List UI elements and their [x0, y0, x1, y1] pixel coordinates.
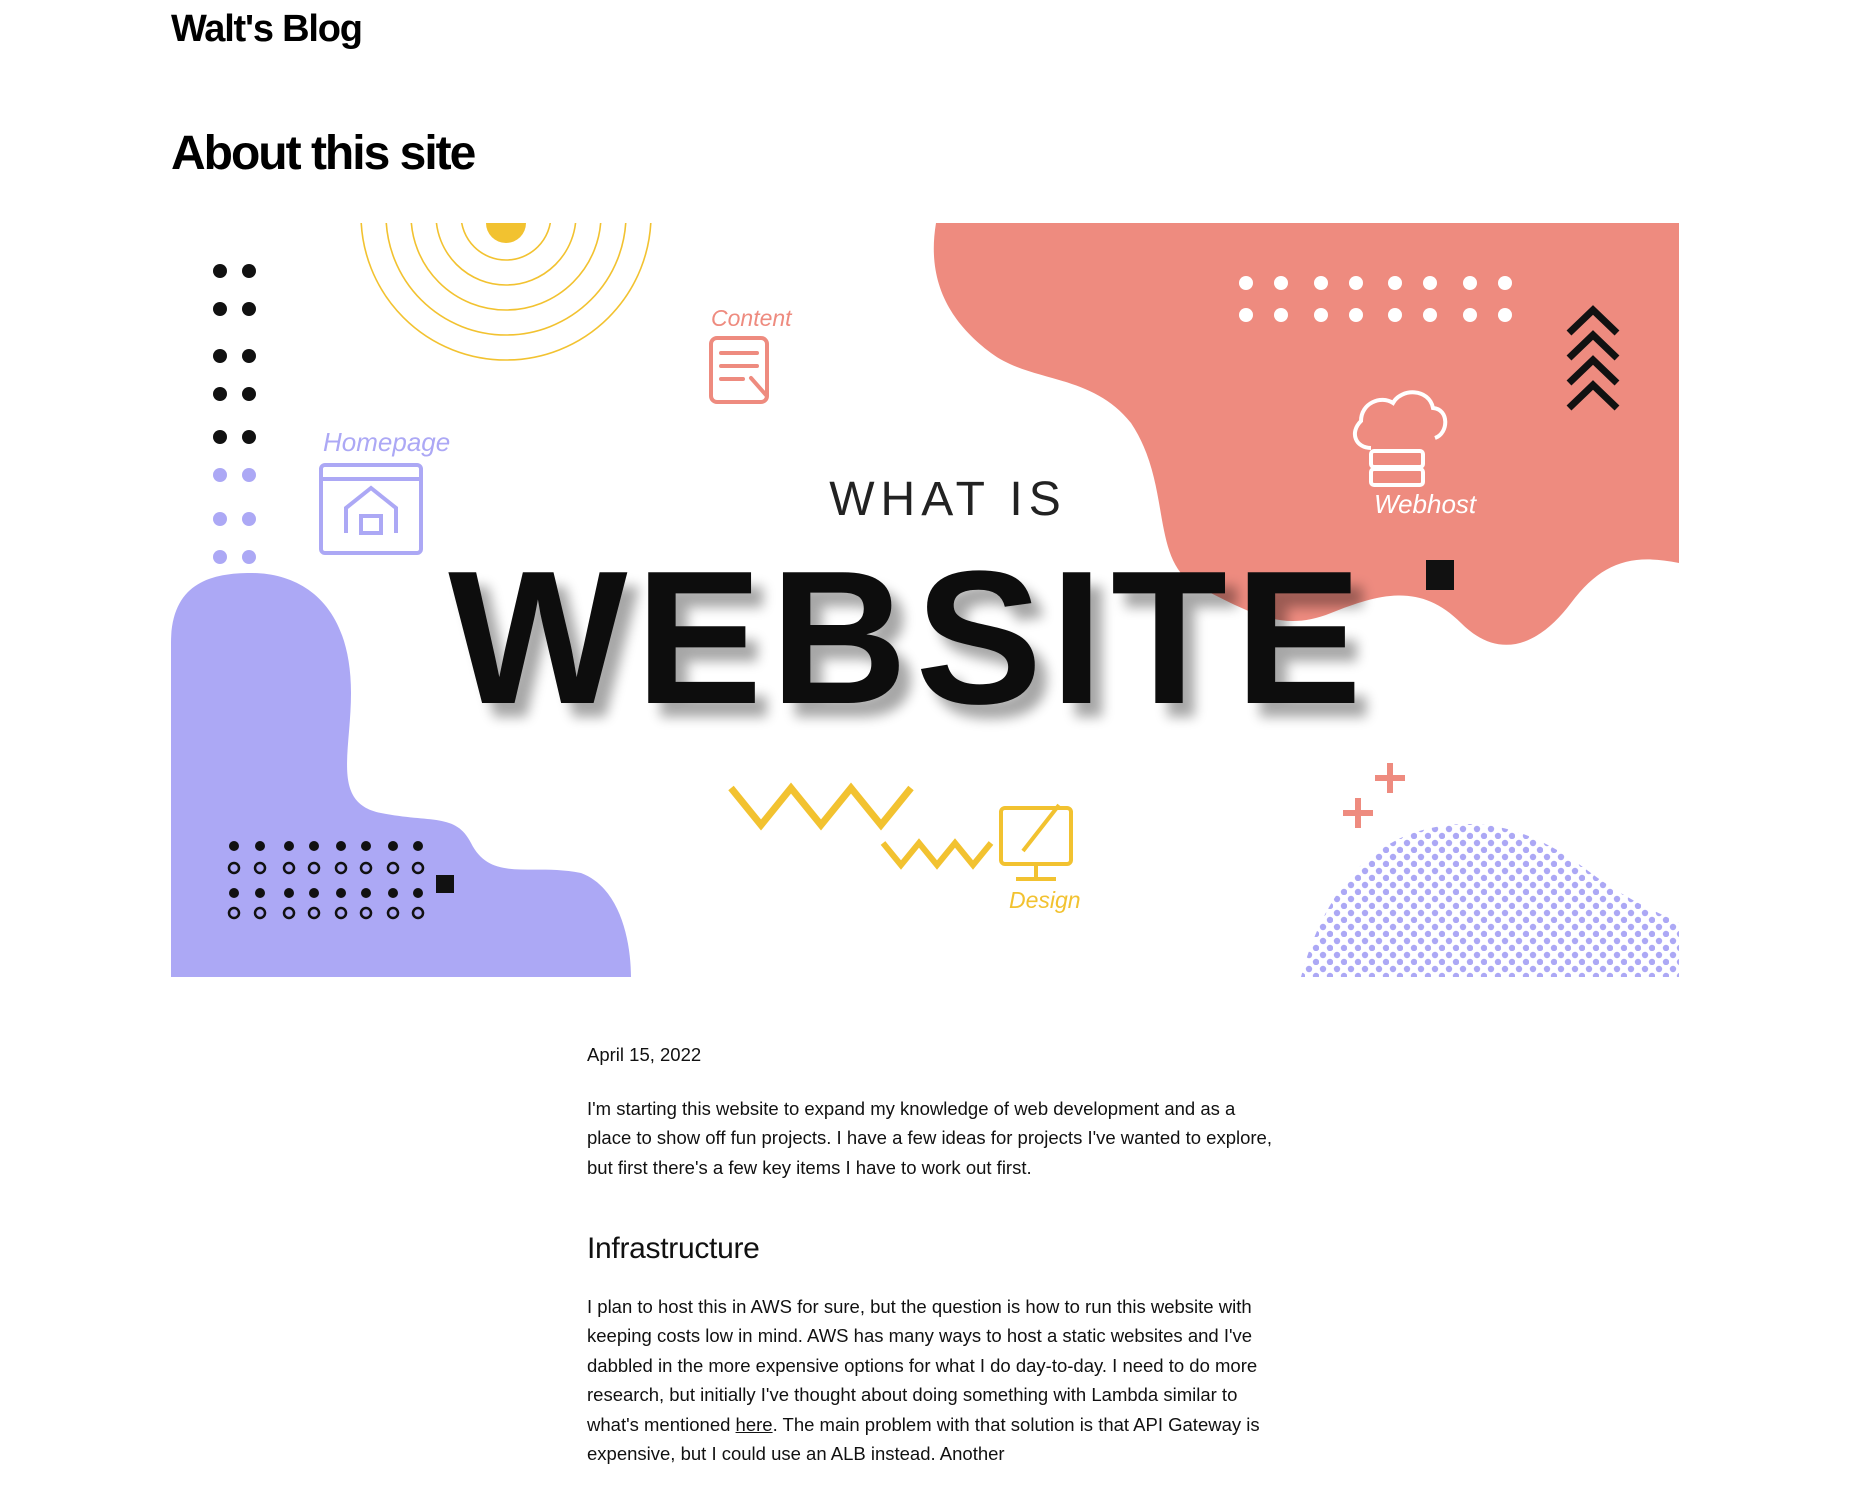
black-square: [436, 875, 454, 893]
here-link[interactable]: here: [736, 1414, 773, 1435]
zigzag-large: [728, 782, 914, 831]
post-article: April 15, 2022 I'm starting this website…: [587, 1040, 1277, 1493]
post-intro: I'm starting this website to expand my k…: [587, 1097, 1272, 1178]
design-icon: [999, 803, 1073, 881]
homepage-label: Homepage: [323, 427, 450, 457]
dotted-wave: [1301, 824, 1679, 977]
plus-icons: [1343, 763, 1405, 828]
concentric-arcs: [360, 223, 652, 361]
hero-small-heading: WHAT IS: [829, 473, 1067, 526]
webhost-label: Webhost: [1374, 489, 1478, 519]
site-title[interactable]: Walt's Blog: [171, 8, 363, 51]
content-icon: [709, 336, 769, 404]
hero-big-heading: WEBSITE: [448, 532, 1370, 744]
post-date: April 15, 2022: [587, 1044, 702, 1065]
hero-image: Content Homepage Webhost WHAT IS WEBSITE: [171, 223, 1679, 977]
content-label: Content: [711, 305, 793, 331]
homepage-icon: [319, 463, 423, 555]
dot-column: [213, 264, 256, 564]
page-title: About this site: [171, 127, 476, 180]
design-label: Design: [1009, 887, 1081, 913]
section-heading-infrastructure: Infrastructure: [587, 1232, 760, 1265]
zigzag-small: [880, 838, 994, 870]
section-paragraph-infrastructure: I plan to host this in AWS for sure, but…: [587, 1292, 1277, 1469]
